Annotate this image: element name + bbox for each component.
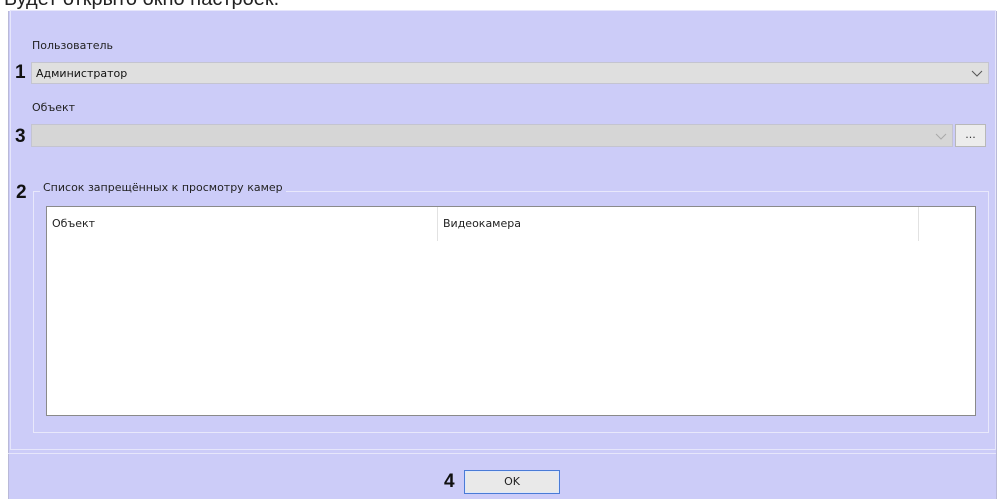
chevron-down-icon (971, 70, 983, 77)
marker-4: 4 (444, 471, 455, 492)
user-field-label: Пользователь (32, 39, 114, 52)
column-header-object[interactable]: Объект (47, 207, 438, 241)
camera-list-title: Список запрещённых к просмотру камер (40, 181, 286, 194)
listview-header: Объект Видеокамера (47, 207, 975, 241)
marker-1: 1 (15, 62, 26, 83)
object-field-label: Объект (32, 101, 76, 114)
ok-button[interactable]: OK (464, 470, 560, 494)
object-combobox[interactable] (31, 124, 953, 147)
user-combobox-value: Администратор (36, 66, 128, 80)
object-browse-button[interactable]: ... (955, 124, 986, 147)
camera-listview[interactable]: Объект Видеокамера (46, 206, 976, 416)
marker-3: 3 (15, 126, 26, 147)
bottom-divider (8, 453, 996, 454)
column-header-camera[interactable]: Видеокамера (438, 207, 919, 241)
user-combobox[interactable]: Администратор (31, 62, 989, 84)
marker-2: 2 (16, 182, 27, 203)
column-header-filler (919, 207, 975, 241)
chevron-down-icon (935, 133, 947, 140)
